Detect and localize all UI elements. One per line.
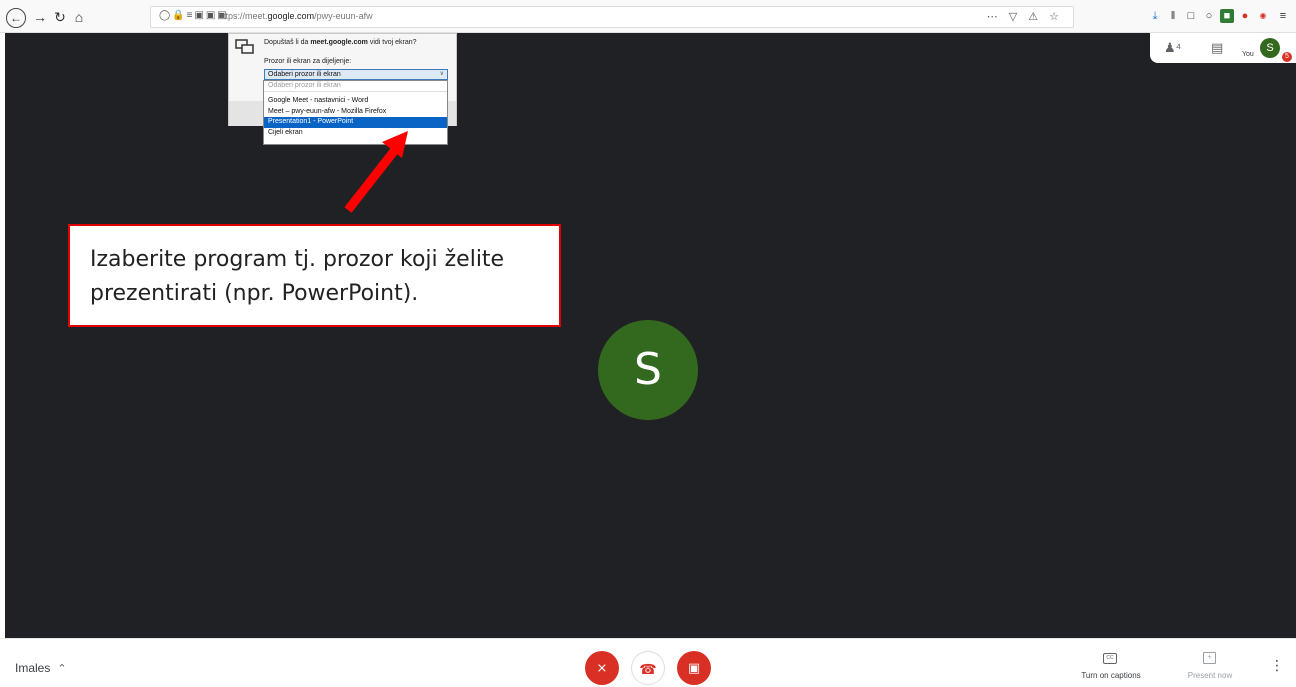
meeting-details-toggle[interactable]: Imales ⌃: [15, 661, 67, 675]
share-select-value: Odaberi prozor ili ekran: [268, 71, 341, 78]
share-option-firefox[interactable]: Meet – pwy-euun-afw - Mozilla Firefox: [264, 107, 447, 118]
more-vert-icon[interactable]: ⋮: [1270, 658, 1284, 672]
self-label: You: [1242, 51, 1254, 58]
meeting-top-panel: ♟⁴ ▤ You S 5: [1150, 33, 1296, 63]
leave-call-button[interactable]: ☎: [631, 651, 665, 685]
url-text: https://meet.google.com/pwy-euun-afw: [218, 11, 373, 21]
share-window-icon: [235, 39, 254, 54]
instruction-text: Izaberite program tj. prozor koji želite…: [90, 247, 505, 306]
menu-icon[interactable]: ≡: [1276, 9, 1290, 23]
self-avatar: S: [1260, 38, 1280, 58]
camera-off-icon: ▣: [687, 660, 701, 675]
sidebar-icon[interactable]: □: [1184, 9, 1198, 23]
screen: ← → ↻ ⌂ ◯🔒≡▣▣▣ https://meet.google.com/p…: [0, 0, 1296, 687]
browser-toolbar: ← → ↻ ⌂ ◯🔒≡▣▣▣ https://meet.google.com/p…: [0, 0, 1296, 33]
meeting-controls-bar: Imales ⌃ ⨯ ☎ ▣ CC Turn on captions + Pres…: [0, 638, 1296, 687]
chevron-up-icon: ⌃: [57, 663, 67, 675]
home-icon[interactable]: ⌂: [70, 8, 88, 26]
arrow-left-icon[interactable]: ←: [6, 8, 26, 28]
share-question: Dopuštaš li da meet.google.com vidi tvoj…: [264, 39, 417, 46]
meeting-name: Imales: [15, 661, 51, 675]
share-window-select[interactable]: Odaberi prozor ili ekran ∨: [264, 69, 448, 80]
share-option-word[interactable]: Google Meet - nastavnici - Word: [264, 96, 447, 107]
captions-button-label[interactable]: Turn on captions: [1076, 671, 1146, 680]
annotation-arrow: [344, 131, 408, 213]
camera-toggle-button[interactable]: ▣: [677, 651, 711, 685]
reload-icon[interactable]: ↻: [51, 8, 69, 26]
library-icon[interactable]: ‖: [1166, 9, 1180, 23]
share-field-label: Prozor ili ekran za dijeljenje:: [264, 58, 352, 65]
page-actions[interactable]: ⋯ ▽ ⚠ ☆: [987, 10, 1063, 23]
participant-avatar: S: [598, 320, 698, 420]
hangup-icon: ☎: [639, 661, 657, 677]
microphone-toggle-button[interactable]: ⨯: [585, 651, 619, 685]
extension-icon[interactable]: ■: [1220, 9, 1234, 23]
notification-badge: 5: [1282, 52, 1292, 62]
address-bar[interactable]: ◯🔒≡▣▣▣ https://meet.google.com/pwy-euun-…: [150, 6, 1074, 28]
chevron-down-icon: ∨: [439, 71, 444, 77]
mic-off-icon: ⨯: [596, 660, 608, 675]
share-option-placeholder: Odaberi prozor ili ekran: [264, 81, 447, 92]
captions-icon[interactable]: CC: [1103, 653, 1117, 664]
present-icon[interactable]: +: [1203, 652, 1216, 664]
arrow-right-icon[interactable]: →: [31, 8, 49, 26]
instruction-callout: Izaberite program tj. prozor koji želite…: [68, 224, 561, 327]
people-icon[interactable]: ♟⁴: [1164, 40, 1181, 56]
downloads-icon[interactable]: ⤓: [1148, 9, 1162, 23]
chat-icon[interactable]: ▤: [1211, 40, 1223, 56]
present-button-label[interactable]: Present now: [1180, 671, 1240, 680]
account-icon[interactable]: ○: [1202, 9, 1216, 23]
extension-red-icon[interactable]: ●: [1238, 9, 1252, 23]
extension-badge-icon[interactable]: ◉: [1256, 9, 1270, 23]
